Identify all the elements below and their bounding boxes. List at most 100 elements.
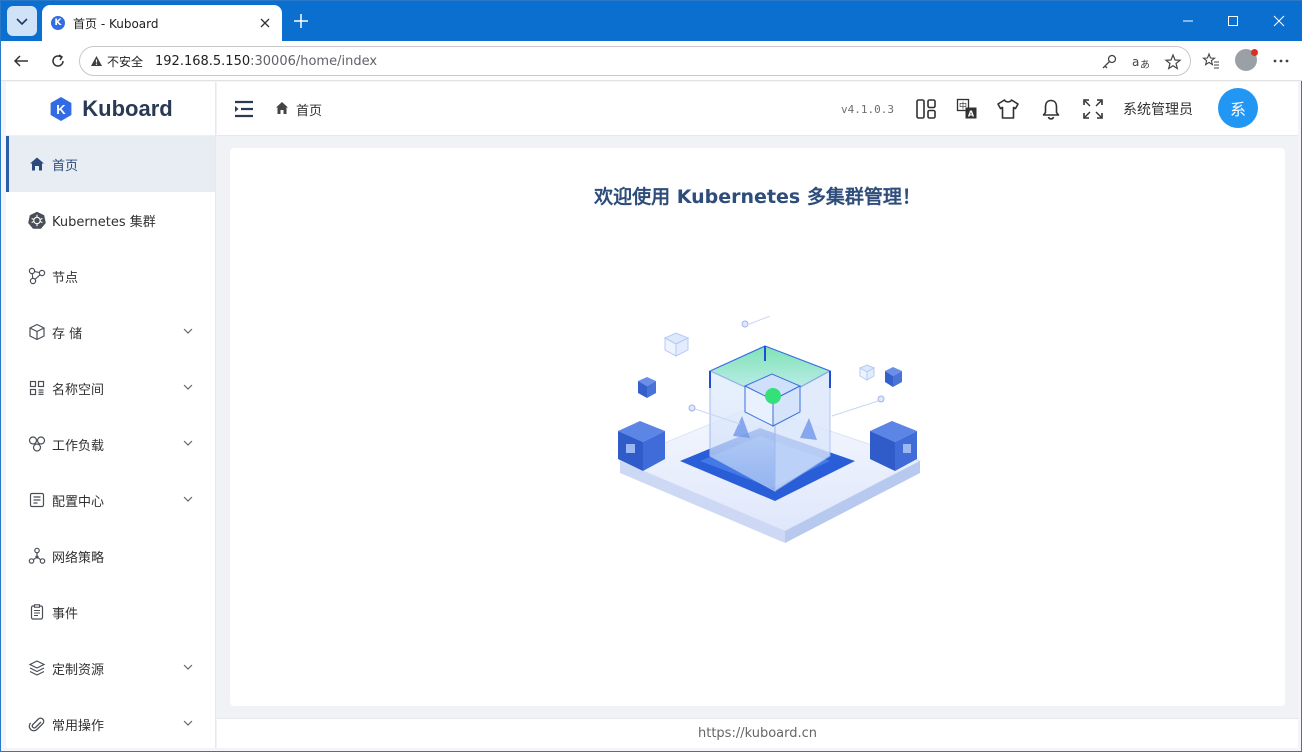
address-bar[interactable]: 不安全 192.168.5.150:30006/home/index aあ [79, 46, 1191, 76]
key-icon[interactable] [1098, 51, 1120, 73]
version-label: v4.1.0.3 [841, 103, 894, 116]
chevron-down-icon [183, 720, 193, 726]
notifications-button[interactable] [1039, 97, 1063, 121]
notification-dot [1251, 49, 1258, 56]
chevron-down-icon [16, 18, 28, 26]
sidebar-item-label: 名称空间 [52, 382, 105, 398]
event-icon [28, 603, 46, 621]
sidebar-item-label: 存 储 [52, 326, 83, 342]
fullscreen-button[interactable] [1081, 97, 1105, 121]
sidebar-item-events[interactable]: 事件 [6, 584, 215, 640]
browser-toolbar: 不安全 192.168.5.150:30006/home/index aあ [1, 41, 1302, 81]
more-menu-button[interactable] [1267, 47, 1295, 75]
translate-icon[interactable]: aあ [1130, 51, 1152, 73]
svg-text:A: A [968, 110, 975, 119]
favorite-star-icon[interactable] [1162, 51, 1184, 73]
svg-text:K: K [57, 102, 67, 117]
kubernetes-icon [28, 211, 46, 229]
layout-toggle-button[interactable] [914, 97, 938, 121]
sidebar-item-common-ops[interactable]: 常用操作 [6, 696, 215, 748]
sidebar-item-namespaces[interactable]: 名称空间 [6, 360, 215, 416]
sidebar-item-label: 网络策略 [52, 550, 105, 566]
back-button[interactable] [7, 47, 35, 75]
insecure-label: 不安全 [107, 54, 144, 69]
refresh-button[interactable] [44, 47, 72, 75]
sidebar-item-label: Kubernetes 集群 [52, 214, 156, 230]
tab-close-button[interactable] [254, 12, 276, 34]
sidebar-menu: 首页 Kubernetes 集群 节点 存 储 名称空间 工作负载 配置中心 网… [6, 136, 215, 748]
arrow-left-icon [13, 55, 28, 67]
favorites-list-icon [1202, 52, 1219, 69]
top-header: 首页 v4.1.0.3 中A 系统管理员 系 [217, 82, 1298, 136]
fullscreen-icon [1083, 99, 1103, 119]
more-dots-icon [1273, 59, 1289, 63]
sidebar-item-nodes[interactable]: 节点 [6, 248, 215, 304]
chevron-down-icon [183, 384, 193, 390]
minimize-icon [1183, 20, 1193, 22]
warning-icon [89, 54, 103, 68]
close-icon [260, 18, 270, 28]
username[interactable]: 系统管理员 [1123, 99, 1193, 119]
main-content: 欢迎使用 Kubernetes 多集群管理！ [230, 148, 1285, 706]
sidebar-item-label: 首页 [52, 158, 79, 174]
node-icon [28, 267, 46, 285]
footer-link[interactable]: https://kuboard.cn [698, 726, 817, 741]
sidebar-item-storage[interactable]: 存 储 [6, 304, 215, 360]
chevron-down-icon [183, 440, 193, 446]
language-icon: 中A [956, 98, 977, 119]
logo-text: Kuboard [82, 95, 173, 121]
browser-window: K 首页 - Kuboard 不安全 192.168.5.150:30006/… [0, 0, 1302, 752]
new-tab-button[interactable] [289, 9, 313, 33]
maximize-icon [1228, 16, 1238, 26]
footer: https://kuboard.cn [217, 718, 1298, 748]
network-icon [28, 547, 46, 565]
close-icon [1273, 15, 1285, 27]
browser-tab[interactable]: K 首页 - Kuboard [42, 5, 282, 41]
home-icon[interactable] [275, 101, 289, 115]
workload-icon [28, 435, 46, 453]
theme-button[interactable] [996, 97, 1020, 121]
tab-title: 首页 - Kuboard [73, 16, 159, 31]
language-button[interactable]: 中A [955, 97, 979, 121]
config-icon [28, 491, 46, 509]
home-icon [28, 155, 46, 173]
logo[interactable]: K Kuboard [6, 82, 215, 136]
paperclip-icon [28, 715, 46, 733]
tab-actions-button[interactable] [7, 6, 37, 36]
sidebar-item-label: 配置中心 [52, 494, 105, 510]
shirt-icon [997, 99, 1019, 119]
chevron-down-icon [183, 496, 193, 502]
sidebar: K Kuboard 首页 Kubernetes 集群 节点 存 储 名称空间 工… [6, 82, 216, 748]
kuboard-favicon-icon: K [51, 16, 65, 30]
sidebar-item-config[interactable]: 配置中心 [6, 472, 215, 528]
kuboard-app: K Kuboard 首页 Kubernetes 集群 节点 存 储 名称空间 工… [6, 82, 1298, 748]
user-avatar[interactable]: 系 [1218, 88, 1258, 128]
url-host: 192.168.5.150 [155, 53, 251, 69]
url-path: :30006/home/index [250, 53, 378, 69]
menu-toggle-icon[interactable] [233, 98, 255, 120]
breadcrumb[interactable]: 首页 [296, 100, 322, 119]
favorites-button[interactable] [1197, 47, 1225, 75]
sidebar-item-network-policy[interactable]: 网络策略 [6, 528, 215, 584]
sidebar-item-label: 事件 [52, 606, 79, 622]
sidebar-item-label: 节点 [52, 270, 79, 286]
kuboard-logo-icon: K [50, 96, 72, 121]
layout-icon [916, 99, 936, 119]
sidebar-item-workloads[interactable]: 工作负载 [6, 416, 215, 472]
svg-text:a: a [1132, 55, 1139, 69]
sidebar-item-label: 定制资源 [52, 662, 105, 678]
sidebar-item-home[interactable]: 首页 [6, 136, 215, 192]
namespace-grid-icon [28, 379, 46, 397]
minimize-button[interactable] [1165, 1, 1211, 41]
layers-icon [28, 659, 46, 677]
tab-strip: K 首页 - Kuboard [1, 1, 1302, 41]
sidebar-item-clusters[interactable]: Kubernetes 集群 [6, 192, 215, 248]
storage-cube-icon [28, 323, 46, 341]
window-close-button[interactable] [1256, 1, 1302, 41]
sidebar-item-custom-resources[interactable]: 定制资源 [6, 640, 215, 696]
welcome-title: 欢迎使用 Kubernetes 多集群管理！ [594, 186, 921, 208]
bell-icon [1042, 99, 1060, 120]
maximize-button[interactable] [1210, 1, 1256, 41]
sidebar-item-label: 工作负载 [52, 438, 105, 454]
refresh-icon [52, 54, 64, 67]
